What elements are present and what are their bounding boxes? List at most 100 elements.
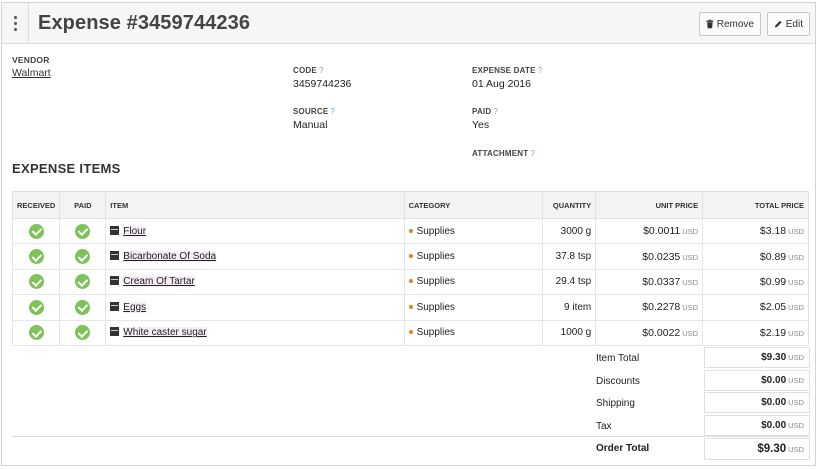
expense-date-help-icon[interactable]: ? (538, 66, 543, 75)
code-help-icon[interactable]: ? (319, 66, 324, 75)
category-bullet-icon (408, 279, 413, 284)
expense-items-heading: EXPENSE ITEMS (12, 161, 121, 176)
received-check-icon[interactable] (28, 223, 44, 239)
category-bullet-icon (408, 304, 413, 309)
quantity-cell: 37.8 tsp (542, 243, 597, 270)
trash-icon (706, 19, 714, 29)
item-total-label: Item Total (596, 353, 640, 364)
remove-button[interactable]: Remove (699, 12, 761, 36)
category-cell: Supplies (403, 243, 544, 270)
currency-label: USD (682, 277, 699, 287)
item-link[interactable]: Eggs (123, 301, 147, 313)
currency-label: USD (682, 303, 699, 313)
code-value: 3459744236 (293, 78, 352, 90)
unit-price-amount: $0.0235 (642, 250, 681, 263)
shipping-value: $0.00 USD (704, 392, 810, 413)
currency-label: USD (682, 252, 699, 262)
item-box-icon (110, 276, 120, 286)
unit-price-amount: $0.0022 (642, 326, 681, 339)
category-cell: Supplies (403, 218, 544, 245)
category-bullet-icon (408, 330, 413, 335)
edit-button[interactable]: Edit (767, 12, 810, 36)
category-text: Supplies (416, 251, 455, 263)
currency-label: USD (682, 328, 699, 338)
total-price-amount: $0.99 (759, 275, 787, 288)
column-header-paid: PAID (59, 191, 107, 219)
received-check-icon[interactable] (28, 325, 44, 341)
received-cell (11, 320, 61, 346)
item-total-value: $9.30 USD (704, 347, 810, 368)
more-options-button[interactable] (2, 3, 29, 43)
quantity-cell: 9 item (542, 294, 597, 321)
kebab-menu-icon (13, 14, 17, 32)
source-help-icon[interactable]: ? (330, 107, 335, 116)
currency-label: USD (788, 328, 804, 338)
currency-label: USD (788, 398, 804, 407)
order-total-value: $9.30 USD (704, 438, 810, 460)
vendor-link[interactable]: Walmart (12, 67, 51, 79)
received-check-icon[interactable] (28, 274, 44, 290)
paid-cell (59, 243, 107, 270)
table-row: Bicarbonate Of Soda Supplies 37.8 tsp $0.02… (11, 243, 809, 270)
paid-check-icon[interactable] (75, 223, 91, 239)
order-total-label: Order Total (596, 443, 650, 454)
column-header-quantity: QUANTITY (542, 191, 597, 219)
table-row: White caster sugar Supplies 1000 g $0.0022 U… (11, 320, 809, 346)
table-row: Flour Supplies 3000 g $0.0011 USD $3.18 USD (11, 218, 809, 245)
quantity-cell: 3000 g (542, 218, 597, 245)
total-price-cell: $0.89 USD (702, 243, 809, 270)
category-bullet-icon (408, 254, 413, 259)
order-total-amount: $9.30 (757, 443, 787, 455)
paid-check-icon[interactable] (75, 299, 91, 315)
currency-label: USD (788, 376, 804, 385)
item-box-icon (110, 301, 120, 311)
paid-check-icon[interactable] (75, 249, 91, 265)
paid-cell (59, 218, 107, 245)
total-price-cell: $0.99 USD (702, 269, 809, 296)
category-bullet-icon (408, 228, 413, 233)
item-link[interactable]: Flour (123, 225, 147, 237)
item-link[interactable]: Bicarbonate Of Soda (123, 251, 217, 263)
received-cell (11, 243, 61, 270)
paid-check-icon[interactable] (75, 325, 91, 341)
total-price-cell: $2.05 USD (702, 294, 809, 321)
paid-check-icon[interactable] (75, 274, 91, 290)
received-cell (11, 218, 61, 245)
received-check-icon[interactable] (28, 299, 44, 315)
unit-price-cell: $0.0337 USD (595, 269, 704, 296)
category-cell: Supplies (403, 269, 544, 296)
expense-date-label: EXPENSE DATE? (472, 66, 542, 75)
attachment-help-icon[interactable]: ? (530, 149, 535, 158)
unit-price-amount: $0.2278 (642, 301, 681, 314)
table-row: Cream Of Tartar Supplies 29.4 tsp $0.0337 US… (11, 269, 809, 296)
discounts-amount: $0.00 (761, 375, 787, 386)
expense-date-label-text: EXPENSE DATE (472, 66, 536, 75)
column-header-category: CATEGORY (403, 191, 544, 219)
column-header-total-price: TOTAL PRICE (702, 191, 809, 219)
item-link[interactable]: Cream Of Tartar (123, 276, 195, 288)
currency-label: USD (788, 353, 804, 362)
attachment-label-text: ATTACHMENT (472, 149, 529, 158)
pencil-icon (774, 20, 782, 28)
category-cell: Supplies (403, 294, 544, 321)
paid-label-text: PAID (472, 107, 492, 116)
currency-label: USD (788, 277, 804, 287)
category-text: Supplies (416, 327, 455, 339)
code-label: CODE? (293, 66, 324, 75)
currency-label: USD (788, 421, 804, 430)
shipping-amount: $0.00 (761, 397, 787, 408)
total-price-amount: $3.18 (759, 225, 787, 238)
unit-price-cell: $0.2278 USD (595, 294, 704, 321)
item-link[interactable]: White caster sugar (123, 327, 207, 339)
paid-cell (59, 320, 107, 346)
unit-price-amount: $0.0011 (643, 225, 681, 238)
paid-help-icon[interactable]: ? (493, 107, 498, 116)
item-cell: Cream Of Tartar (105, 269, 405, 296)
item-total-amount: $9.30 (761, 352, 787, 363)
discounts-value: $0.00 USD (704, 370, 810, 391)
tax-label: Tax (596, 421, 612, 432)
item-cell: Bicarbonate Of Soda (105, 243, 405, 270)
category-text: Supplies (416, 301, 455, 313)
received-check-icon[interactable] (28, 249, 44, 265)
quantity-cell: 29.4 tsp (542, 269, 597, 296)
